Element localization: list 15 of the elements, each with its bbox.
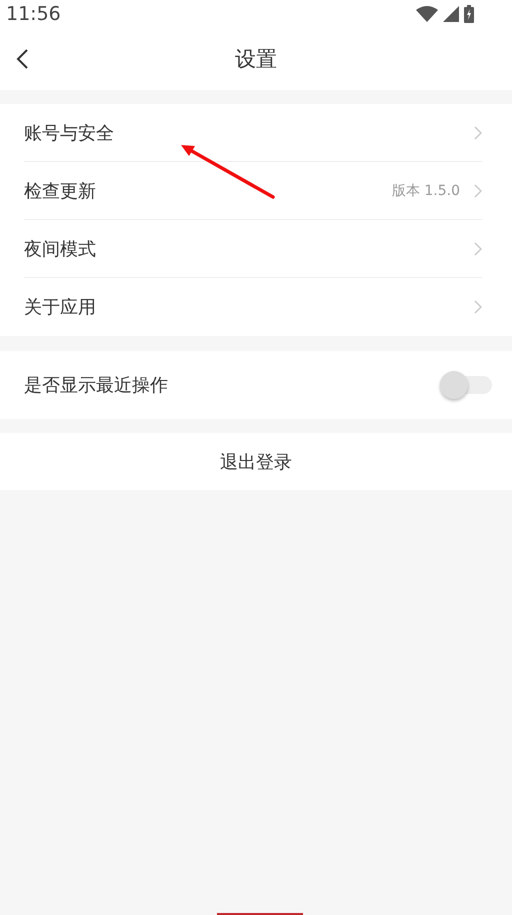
menu-item[interactable]: 夜间模式 <box>24 220 482 278</box>
menu-item[interactable]: 关于应用 <box>24 278 482 336</box>
battery-icon <box>464 4 474 22</box>
page-title: 设置 <box>235 46 277 72</box>
toggle-switch[interactable] <box>440 371 492 399</box>
wifi-icon <box>416 6 438 22</box>
status-time: 11:56 <box>6 2 61 24</box>
back-icon[interactable] <box>16 49 28 69</box>
chevron-icon <box>474 126 482 140</box>
chevron-icon <box>474 242 482 256</box>
chevron-icon <box>474 300 482 314</box>
toggle-label: 是否显示最近操作 <box>24 374 168 397</box>
signal-icon <box>443 6 459 22</box>
menu-item[interactable]: 检查更新 版本 1.5.0 <box>24 162 482 220</box>
chevron-icon <box>474 184 482 198</box>
